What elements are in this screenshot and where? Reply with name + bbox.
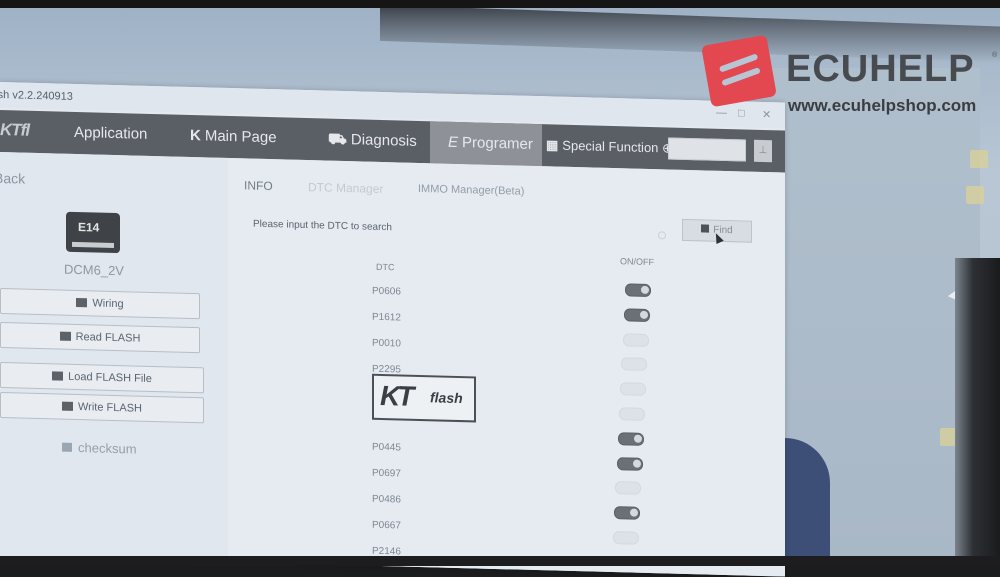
dtc-code: P0697 <box>372 467 401 480</box>
flash-logo-text: flash <box>430 389 463 407</box>
desktop-file-icon[interactable] <box>970 150 988 168</box>
nav-application[interactable]: Application <box>74 112 147 156</box>
e-icon: E <box>448 133 459 151</box>
load-flash-file-label: Load FLASH File <box>68 370 152 385</box>
ecu-name: DCM6_2V <box>64 261 124 279</box>
dtc-toggle[interactable] <box>615 481 642 496</box>
brand-name: ECUHELP <box>786 48 975 90</box>
checkbox-icon <box>62 442 72 452</box>
user-icon[interactable]: ⊥ <box>754 139 772 163</box>
nav-main-page-label: Main Page <box>204 127 277 147</box>
folder-icon <box>52 371 64 381</box>
dtc-code: P0486 <box>372 493 401 506</box>
photo-top-border <box>0 0 1000 8</box>
write-flash-label: Write FLASH <box>78 401 142 415</box>
registered-mark: ® <box>992 52 998 59</box>
nav-diagnosis-label: Diagnosis <box>350 131 417 150</box>
dtc-toggle[interactable] <box>622 332 649 347</box>
car-icon: ⛟ <box>328 130 347 149</box>
column-header-onoff: ON/OFF <box>620 256 654 268</box>
kt-logo-text: KT <box>380 379 412 412</box>
write-icon <box>62 401 73 411</box>
tab-dtc-manager[interactable]: DTC Manager <box>308 180 383 196</box>
dtc-code: P0606 <box>372 285 401 298</box>
dtc-toggle[interactable] <box>616 456 643 471</box>
checksum-checkbox[interactable]: checksum <box>62 440 137 457</box>
search-icon <box>701 224 710 233</box>
search-clear-icon[interactable] <box>658 231 666 240</box>
dtc-manager-panel: INFO DTC Manager IMMO Manager(Beta) Plea… <box>228 157 785 577</box>
column-header-dtc: DTC <box>376 261 395 273</box>
ecu-chip-icon <box>66 211 120 254</box>
dtc-toggle[interactable] <box>623 308 650 322</box>
window-title: KTflash v2.2.240913 <box>0 88 73 103</box>
ecuhelp-watermark: ECUHELP ® www.ecuhelpshop.com <box>700 34 1000 118</box>
dtc-toggle[interactable] <box>625 283 651 298</box>
nav-special-function-label: Special Function <box>562 137 659 156</box>
read-flash-button[interactable]: Read FLASH <box>0 322 200 354</box>
nav-programer[interactable]: E Programer <box>430 121 542 167</box>
dtc-code: P0667 <box>372 519 401 532</box>
nav-special-function[interactable]: ▦Special Function ⊕ <box>546 124 673 169</box>
ktflash-overlay-logo: KT flash <box>372 373 476 423</box>
load-flash-file-button[interactable]: Load FLASH File <box>0 362 204 394</box>
nav-main-page[interactable]: K Main Page <box>190 115 277 159</box>
write-flash-button[interactable]: Write FLASH <box>0 392 204 424</box>
desktop-file-icon[interactable] <box>966 186 984 204</box>
grid-icon <box>76 298 88 308</box>
wiring-label: Wiring <box>92 297 124 311</box>
back-link[interactable]: Back <box>0 170 25 187</box>
photo-bottom-border <box>0 556 1000 566</box>
dtc-code: P1612 <box>372 311 401 324</box>
nav-search-input[interactable] <box>668 137 746 162</box>
wiring-button[interactable]: Wiring <box>0 288 200 320</box>
read-flash-label: Read FLASH <box>75 330 141 345</box>
ktflash-logo: KTfl <box>0 120 30 140</box>
dtc-toggle[interactable] <box>620 382 647 397</box>
checksum-label: checksum <box>78 440 137 457</box>
k-icon: K <box>190 126 201 145</box>
dtc-code: P0445 <box>372 441 401 454</box>
tab-immo-manager[interactable]: IMMO Manager(Beta) <box>418 183 524 198</box>
nav-application-label: Application <box>74 123 148 143</box>
ktflash-window: KTflash v2.2.240913 — □ ✕ KTfl Applicati… <box>0 82 785 577</box>
dtc-search-input[interactable]: Please input the DTC to search <box>253 219 392 234</box>
brand-url: www.ecuhelpshop.com <box>788 96 977 115</box>
sidebar: Back DCM6_2V Wiring Read FLASH Load FLAS… <box>0 152 228 562</box>
dtc-toggle[interactable] <box>619 407 645 421</box>
dtc-code: P0010 <box>372 337 401 350</box>
dtc-toggle[interactable] <box>621 357 648 372</box>
ecuhelp-logo-icon <box>701 34 777 108</box>
grid-icon: ▦ <box>546 137 559 153</box>
monitor-edge <box>955 258 1000 556</box>
dtc-toggle[interactable] <box>614 506 641 520</box>
download-icon <box>59 331 71 341</box>
nav-diagnosis[interactable]: ⛟ Diagnosis <box>328 119 417 163</box>
dtc-toggle[interactable] <box>613 531 639 545</box>
dtc-toggle[interactable] <box>617 431 644 446</box>
tab-info[interactable]: INFO <box>244 178 273 193</box>
nav-programer-label: Programer <box>462 134 533 153</box>
